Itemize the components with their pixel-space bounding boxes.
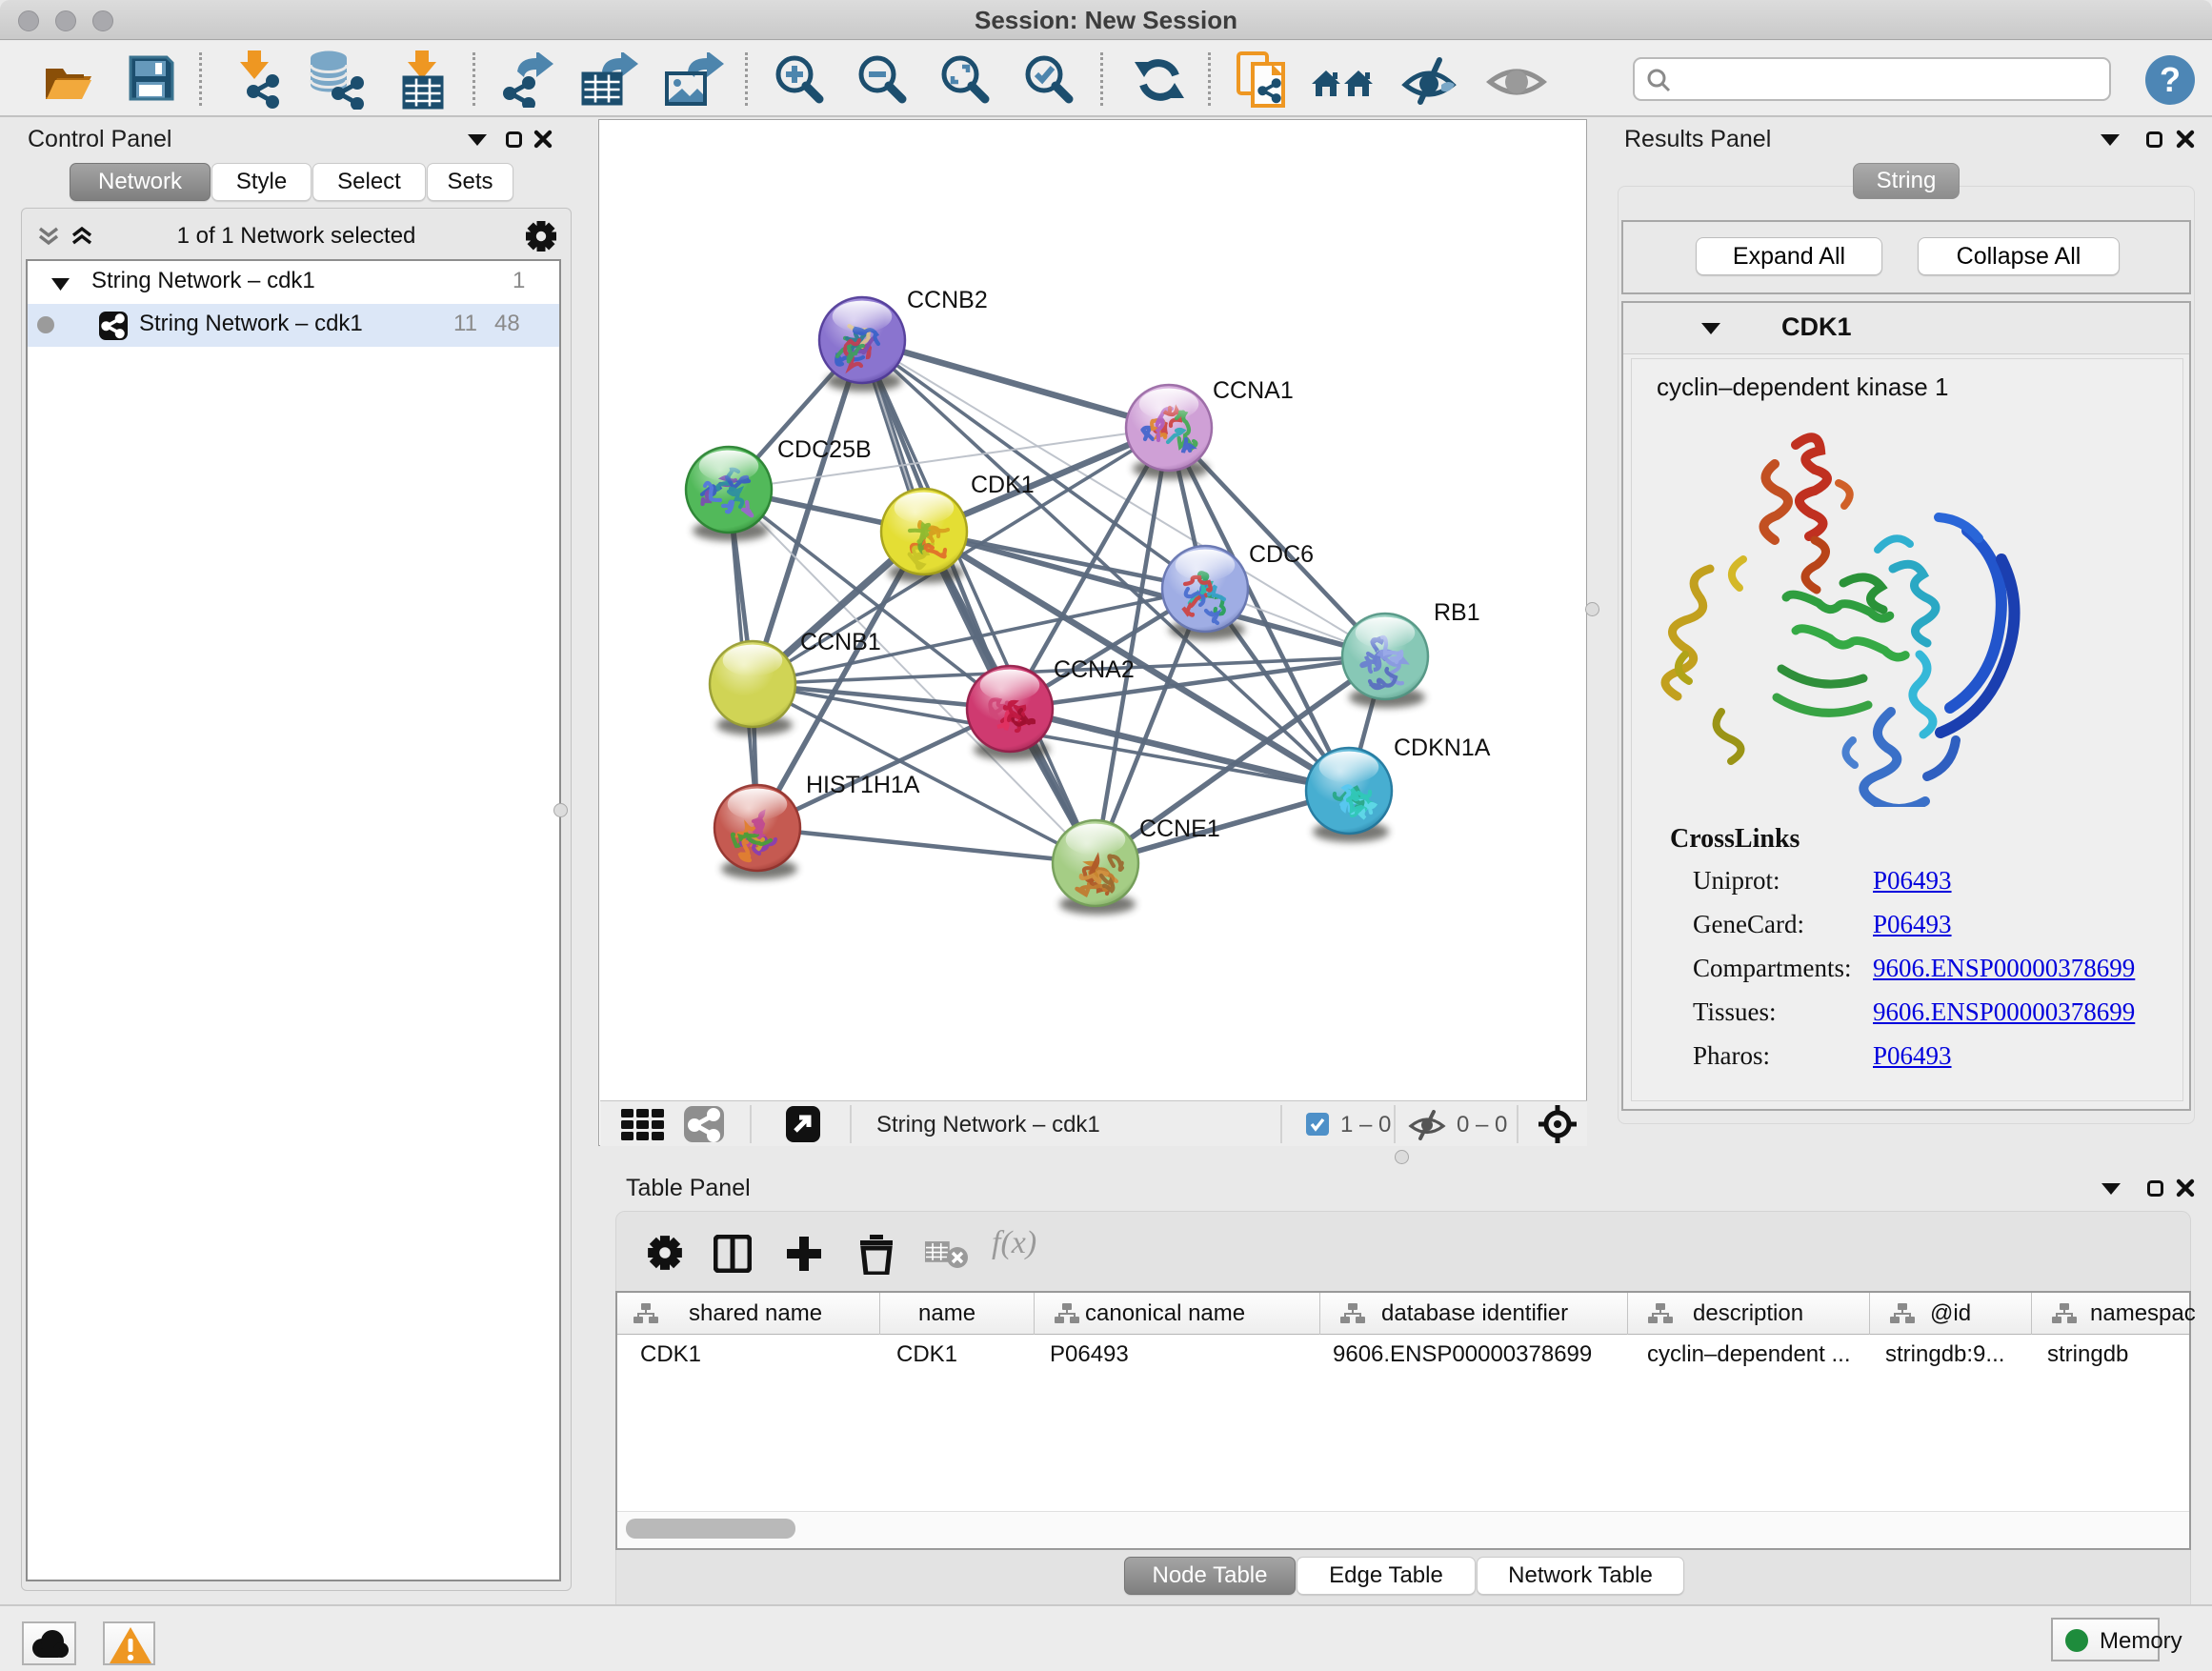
- svg-text:CCNA2: CCNA2: [1054, 656, 1135, 683]
- svg-text:RB1: RB1: [1434, 599, 1480, 626]
- svg-text:CCNE1: CCNE1: [1139, 815, 1220, 842]
- svg-text:?: ?: [2160, 60, 2181, 99]
- svg-text:CCNB2: CCNB2: [907, 287, 988, 313]
- svg-text:CCNA1: CCNA1: [1213, 377, 1294, 404]
- svg-text:CCNB1: CCNB1: [800, 629, 881, 655]
- svg-text:CDC6: CDC6: [1249, 541, 1314, 568]
- svg-text:HIST1H1A: HIST1H1A: [806, 772, 920, 798]
- svg-text:CDKN1A: CDKN1A: [1394, 735, 1491, 761]
- svg-text:CDK1: CDK1: [971, 472, 1035, 498]
- svg-text:CDC25B: CDC25B: [777, 436, 872, 463]
